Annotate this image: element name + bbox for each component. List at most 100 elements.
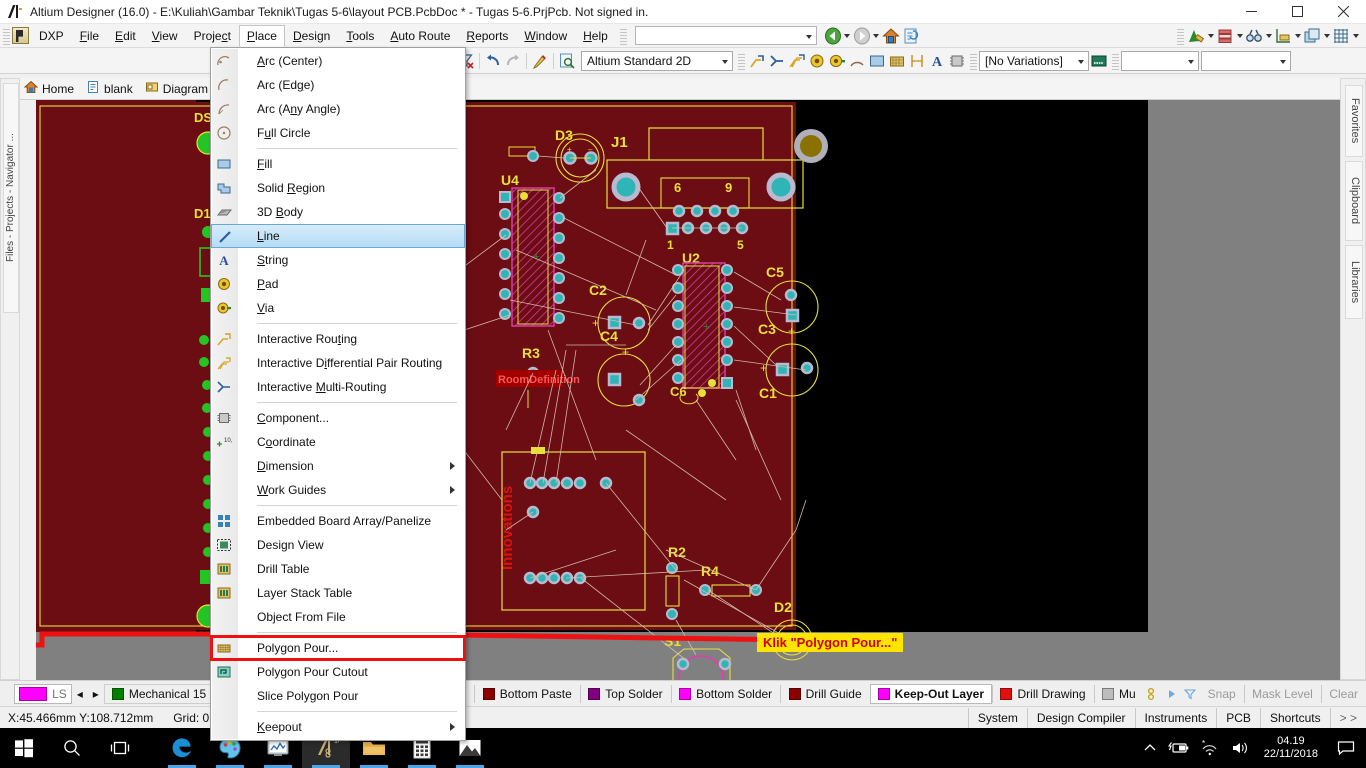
back-dropdown-caret[interactable] <box>843 26 852 46</box>
string-icon[interactable]: A <box>927 51 947 71</box>
tab-diagram[interactable]: Diagram <box>141 79 216 98</box>
menu-item-fill[interactable]: Fill <box>211 152 465 176</box>
menu-help[interactable]: Help <box>575 25 616 47</box>
action-center-button[interactable] <box>1326 728 1366 768</box>
layer-tab-mechanical-15[interactable]: Mechanical 15 <box>103 683 215 704</box>
tab-home[interactable]: Home <box>20 79 82 98</box>
menu-dxp[interactable]: DXP <box>31 25 72 47</box>
combo-4[interactable] <box>1201 50 1291 71</box>
menu-reports[interactable]: Reports <box>458 25 516 47</box>
layer-stack-caret[interactable] <box>1322 26 1331 46</box>
mask-level-button[interactable]: Mask Level <box>1244 684 1321 704</box>
menu-item-string[interactable]: A String <box>211 248 465 272</box>
status-panel-instruments[interactable]: Instruments <box>1134 707 1217 728</box>
status-panel-shortcuts[interactable]: Shortcuts <box>1259 707 1330 728</box>
panel-tab-libraries[interactable]: Libraries <box>1345 245 1363 319</box>
maximize-button[interactable] <box>1274 0 1320 24</box>
menu-item-embedded-board-array[interactable]: Embedded Board Array/Panelize <box>211 509 465 533</box>
menu-item-object-from-file[interactable]: Object From File <box>211 605 465 629</box>
menu-item-polygon-pour-cutout[interactable]: Polygon Pour Cutout <box>211 660 465 684</box>
back-arrow-icon[interactable] <box>823 26 843 46</box>
layer-options-icon[interactable] <box>1144 684 1164 704</box>
measure-caret[interactable] <box>1293 26 1302 46</box>
library-caret[interactable] <box>1235 26 1244 46</box>
menu-item-solid-region[interactable]: Solid Region <box>211 176 465 200</box>
wifi-icon[interactable]: * <box>1194 728 1224 768</box>
menu-item-arc-center[interactable]: Arc (Center) <box>211 49 465 73</box>
search-button[interactable] <box>48 728 96 768</box>
search-input[interactable] <box>634 26 817 45</box>
menu-edit[interactable]: Edit <box>107 25 144 47</box>
layer-tab-drill-guide[interactable]: Drill Guide <box>781 684 870 704</box>
menu-item-via[interactable]: Via <box>211 296 465 320</box>
measure-icon[interactable] <box>1273 26 1293 46</box>
toolbar-grip-2[interactable] <box>619 26 627 45</box>
pcb-editor-icon[interactable] <box>1186 26 1206 46</box>
variations-select[interactable]: [No Variations] <box>979 50 1089 71</box>
menu-item-arc-any-angle[interactable]: Arc (Any Angle) <box>211 97 465 121</box>
menu-file[interactable]: File <box>72 25 107 47</box>
forward-arrow-icon[interactable] <box>852 26 872 46</box>
home-icon[interactable] <box>881 26 901 46</box>
interactive-routing-icon[interactable] <box>747 51 767 71</box>
view-config-select[interactable]: Altium Standard 2D <box>581 50 733 71</box>
grid-caret[interactable] <box>1351 26 1360 46</box>
layer-next-icon[interactable] <box>1164 684 1180 704</box>
menu-project[interactable]: Project <box>186 25 239 47</box>
menu-item-design-view[interactable]: Design View <box>211 533 465 557</box>
show-hidden-icons-button[interactable] <box>1136 728 1164 768</box>
arc-icon[interactable] <box>847 51 867 71</box>
menu-item-component[interactable]: Component... <box>211 406 465 430</box>
inspector-icon[interactable] <box>1244 26 1264 46</box>
panel-tab-clipboard[interactable]: Clipboard <box>1345 161 1363 241</box>
pad-icon[interactable] <box>807 51 827 71</box>
menu-auto-route[interactable]: Auto Route <box>382 25 458 47</box>
status-panel-design-compiler[interactable]: Design Compiler <box>1026 707 1135 728</box>
menu-window[interactable]: Window <box>516 25 575 47</box>
via-icon[interactable] <box>827 51 847 71</box>
menu-item-work-guides[interactable]: Work Guides <box>211 478 465 502</box>
grid-icon[interactable] <box>1331 26 1351 46</box>
layer-tab-keep-out-layer[interactable]: Keep-Out Layer <box>869 683 993 704</box>
menu-item-drill-table[interactable]: Drill Table <box>211 557 465 581</box>
dimension-icon[interactable] <box>907 51 927 71</box>
layer-tab-drill-drawing[interactable]: Drill Drawing <box>992 684 1093 704</box>
menu-item-interactive-routing[interactable]: Interactive Routing <box>211 327 465 351</box>
panel-tab-favorites[interactable]: Favorites <box>1345 85 1363 157</box>
taskbar-clock[interactable]: 04.19 22/11/2018 <box>1256 735 1326 761</box>
undo-icon[interactable] <box>483 51 503 71</box>
menu-item-interactive-diff-pair-routing[interactable]: Interactive Differential Pair Routing <box>211 351 465 375</box>
toolbar-grip[interactable] <box>3 26 10 45</box>
forward-dropdown-caret[interactable] <box>872 26 881 46</box>
pcb-editor-caret[interactable] <box>1206 26 1215 46</box>
refresh-doc-icon[interactable] <box>901 26 921 46</box>
menu-item-arc-edge[interactable]: Arc (Edge) <box>211 73 465 97</box>
menu-item-keepout[interactable]: Keepout <box>211 715 465 739</box>
component-icon[interactable] <box>947 51 967 71</box>
menu-item-dimension[interactable]: Dimension <box>211 454 465 478</box>
layer-scroll-right[interactable]: ▸ <box>88 684 104 704</box>
layer-tab-bottom-solder[interactable]: Bottom Solder <box>671 684 780 704</box>
inspector-caret[interactable] <box>1264 26 1273 46</box>
redo-icon[interactable] <box>503 51 523 71</box>
menu-item-pad[interactable]: Pad <box>211 272 465 296</box>
menu-tools[interactable]: Tools <box>338 25 382 47</box>
minimize-button[interactable] <box>1228 0 1274 24</box>
close-button[interactable] <box>1320 0 1366 24</box>
menu-design[interactable]: Design <box>285 25 338 47</box>
variations-grip[interactable] <box>970 51 977 70</box>
menu-item-layer-stack-table[interactable]: Layer Stack Table <box>211 581 465 605</box>
status-panel-pcb[interactable]: PCB <box>1216 707 1260 728</box>
speaker-icon[interactable] <box>1224 728 1256 768</box>
menu-item-slice-polygon-pour[interactable]: Slice Polygon Pour <box>211 684 465 708</box>
layer-tab-multi[interactable]: Mu <box>1094 684 1144 704</box>
left-panel-tabs[interactable]: Files - Projects - Navigator ... <box>3 83 19 313</box>
menu-item-line[interactable]: Line <box>211 224 465 248</box>
menu-item-coordinate[interactable]: 10,10 Coordinate <box>211 430 465 454</box>
multi-routing-icon[interactable] <box>767 51 787 71</box>
diff-pair-icon[interactable] <box>787 51 807 71</box>
highlight-icon[interactable] <box>530 51 550 71</box>
layer-stack-icon[interactable] <box>1302 26 1322 46</box>
layer-tab-bottom-paste[interactable]: Bottom Paste <box>475 684 580 704</box>
start-button[interactable] <box>0 728 48 768</box>
